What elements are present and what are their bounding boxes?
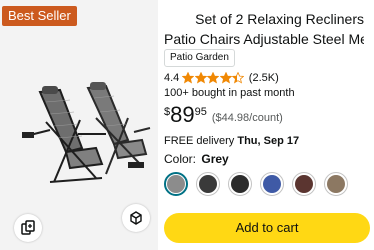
compare-button[interactable] (14, 214, 42, 242)
star-icon (182, 72, 195, 84)
rating-row[interactable]: 4.4 (2.5K) (164, 70, 279, 86)
compare-icon (21, 220, 35, 235)
color-label: Color: (164, 152, 197, 166)
product-card[interactable]: Best Seller Set of 2 Relaxing Recliners … (0, 0, 374, 250)
swatch-color-dot (295, 175, 313, 193)
delivery-info: FREE delivery Thu, Sep 17 (164, 134, 299, 148)
star-icon (194, 72, 207, 84)
swatch-color-dot (199, 175, 217, 193)
color-selection-label: Color: Grey (164, 151, 229, 167)
product-image[interactable] (10, 78, 152, 188)
product-image-panel[interactable]: Best Seller (0, 0, 158, 250)
color-swatches (164, 172, 356, 196)
3d-cube-icon (130, 211, 142, 225)
delivery-date: Thu, Sep 17 (237, 135, 300, 147)
product-details: Set of 2 Relaxing Recliners Patio Chairs… (162, 0, 374, 250)
rating-value: 4.4 (164, 72, 180, 84)
color-value: Grey (201, 152, 229, 166)
swatch-color-dot (167, 175, 185, 193)
color-swatch[interactable] (292, 172, 316, 196)
delivery-prefix: FREE delivery (164, 135, 235, 147)
store-badge[interactable]: Patio Garden (164, 49, 235, 67)
unit-price: ($44.98/count) (211, 112, 283, 124)
star-icon (207, 72, 220, 84)
view-in-3d-button[interactable] (122, 204, 150, 232)
color-swatch[interactable] (324, 172, 348, 196)
star-icon (219, 72, 232, 84)
review-count: (2.5K) (248, 72, 279, 84)
price-whole: 89 (170, 102, 195, 127)
best-seller-badge: Best Seller (2, 6, 77, 26)
title-line: Patio Chairs Adjustable Steel Mes... (164, 31, 364, 47)
price-fraction: 95 (194, 106, 207, 118)
star-icon (232, 72, 245, 84)
star-rating (182, 72, 245, 84)
color-swatch[interactable] (196, 172, 220, 196)
color-swatch[interactable] (260, 172, 284, 196)
color-swatch[interactable] (228, 172, 252, 196)
title-line: Set of 2 Relaxing Recliners (195, 11, 364, 27)
product-title[interactable]: Set of 2 Relaxing Recliners Patio Chairs… (164, 9, 364, 49)
color-swatch[interactable] (164, 172, 188, 196)
price: $ 89 95 ($44.98/count) (164, 103, 283, 127)
swatch-color-dot (263, 175, 281, 193)
bought-count: 100+ bought in past month (164, 87, 295, 99)
swatch-color-dot (231, 175, 249, 193)
add-to-cart-button[interactable]: Add to cart (164, 213, 370, 243)
swatch-color-dot (327, 175, 345, 193)
